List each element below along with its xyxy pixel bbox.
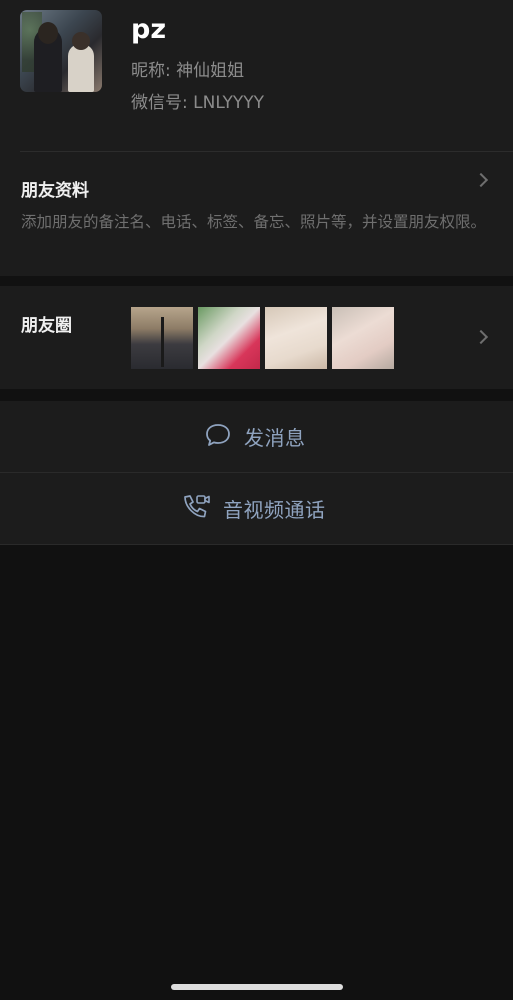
moments-thumbnail — [198, 307, 260, 369]
profile-title: 朋友资料 — [21, 181, 89, 201]
chat-bubble-icon — [204, 422, 232, 452]
nickname-label: 昵称: 神仙姐姐 — [131, 61, 245, 81]
send-message-button[interactable]: 发消息 — [0, 401, 513, 472]
moments-title: 朋友圈 — [21, 316, 72, 336]
profile-description: 添加朋友的备注名、电话、标签、备忘、照片等，并设置朋友权限。 — [21, 213, 487, 231]
divider — [0, 544, 513, 545]
contact-name: pz — [131, 14, 167, 45]
av-call-label: 音视频通话 — [223, 498, 326, 522]
moments-thumbnail — [265, 307, 327, 369]
av-call-button[interactable]: 音视频通话 — [0, 473, 513, 544]
send-message-label: 发消息 — [244, 426, 306, 450]
contact-header: pz 昵称: 神仙姐姐 微信号: LNLYYYY 朋友资料 添加朋友的备注名、电… — [0, 0, 513, 276]
home-indicator[interactable] — [171, 984, 343, 990]
moments-thumbnail — [332, 307, 394, 369]
moments-thumbnail — [131, 307, 193, 369]
moments-row[interactable]: 朋友圈 — [0, 286, 513, 389]
avatar[interactable] — [20, 10, 102, 92]
wechat-id-label: 微信号: LNLYYYY — [131, 93, 265, 113]
phone-video-icon — [181, 493, 211, 525]
